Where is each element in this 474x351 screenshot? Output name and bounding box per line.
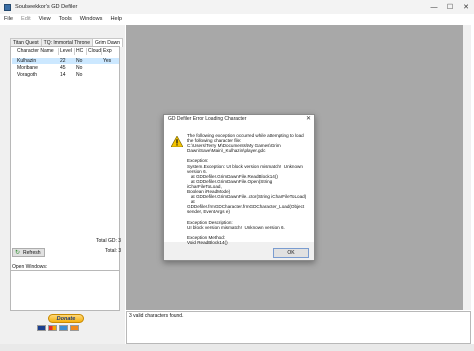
refresh-label: Refresh (23, 249, 41, 256)
dialog-title: GD Defiler Error Loading Character (164, 115, 314, 124)
header-divider (58, 48, 59, 55)
dialog-message: The following exception occurred while a… (187, 133, 307, 245)
header-divider (86, 48, 87, 55)
close-button[interactable]: ✕ (458, 0, 474, 14)
table-row[interactable]: Kulhazin 22 No Yes (12, 58, 119, 64)
title-bar: Soulseekkor's GD Defiler — ☐ ✕ (0, 0, 474, 14)
refresh-button[interactable]: ↻ Refresh (12, 248, 45, 257)
mastercard-icon (48, 325, 57, 331)
column-header-exp[interactable]: Exp (103, 48, 112, 55)
game-tabs: Titan Quest TQ: Immortal Throne Grim Daw… (10, 38, 123, 47)
menu-tools[interactable]: Tools (59, 16, 72, 22)
menu-edit[interactable]: Edit (21, 16, 31, 22)
dialog-close-button[interactable]: ✕ (306, 115, 311, 124)
header-divider (74, 48, 75, 55)
window-title: Soulseekkor's GD Defiler (15, 4, 78, 10)
log-text: 3 valid characters found. (129, 313, 184, 319)
table-row[interactable]: Moribane 45 No (12, 65, 119, 71)
open-windows-list[interactable] (10, 270, 120, 311)
character-list[interactable]: Character Name Level HC Cloud Exp Kulhaz… (10, 46, 122, 296)
column-header-name[interactable]: Character Name (17, 48, 54, 55)
cell-hc: No (76, 58, 83, 64)
cell-name: Kulhazin (17, 58, 37, 64)
amex-card-icon (59, 325, 68, 331)
log-output: 3 valid characters found. (126, 311, 471, 344)
minimize-button[interactable]: — (426, 0, 442, 14)
discover-card-icon (70, 325, 79, 331)
visa-card-icon (37, 325, 46, 331)
warning-icon (171, 136, 183, 147)
header-divider (101, 48, 102, 55)
workspace-scrollbar[interactable] (463, 25, 471, 310)
menu-file[interactable]: File (4, 16, 13, 22)
column-header-level[interactable]: Level (60, 48, 72, 55)
cell-level: 45 (60, 65, 66, 71)
table-row[interactable]: Voragoth 14 No (12, 72, 119, 78)
window-controls: — ☐ ✕ (426, 0, 474, 14)
cell-exp: Yes (103, 58, 112, 64)
menu-windows[interactable]: Windows (80, 16, 103, 22)
total-count: Total: 3 (105, 248, 122, 254)
total-gd-count: Total GD: 3 (96, 238, 122, 244)
maximize-button[interactable]: ☐ (442, 0, 458, 14)
menu-bar: File Edit View Tools Windows Help (0, 14, 474, 24)
cell-level: 14 (60, 72, 66, 78)
menu-view[interactable]: View (39, 16, 51, 22)
app-icon (4, 3, 11, 11)
cell-name: Moribane (17, 65, 38, 71)
cell-level: 22 (60, 58, 66, 64)
error-dialog: GD Defiler Error Loading Character ✕ The… (163, 114, 315, 261)
payment-cards (37, 325, 79, 331)
status-strip (0, 344, 474, 351)
donate-button[interactable]: Donate (48, 314, 84, 323)
dialog-body: The following exception occurred while a… (164, 124, 314, 245)
column-header-cloud[interactable]: Cloud (88, 48, 101, 55)
menu-help[interactable]: Help (110, 16, 122, 22)
column-header-hc[interactable]: HC (76, 48, 83, 55)
refresh-icon: ↻ (15, 249, 21, 256)
cell-name: Voragoth (17, 72, 38, 78)
ok-button[interactable]: OK (273, 248, 309, 258)
cell-hc: No (76, 72, 83, 78)
cell-hc: No (76, 65, 83, 71)
